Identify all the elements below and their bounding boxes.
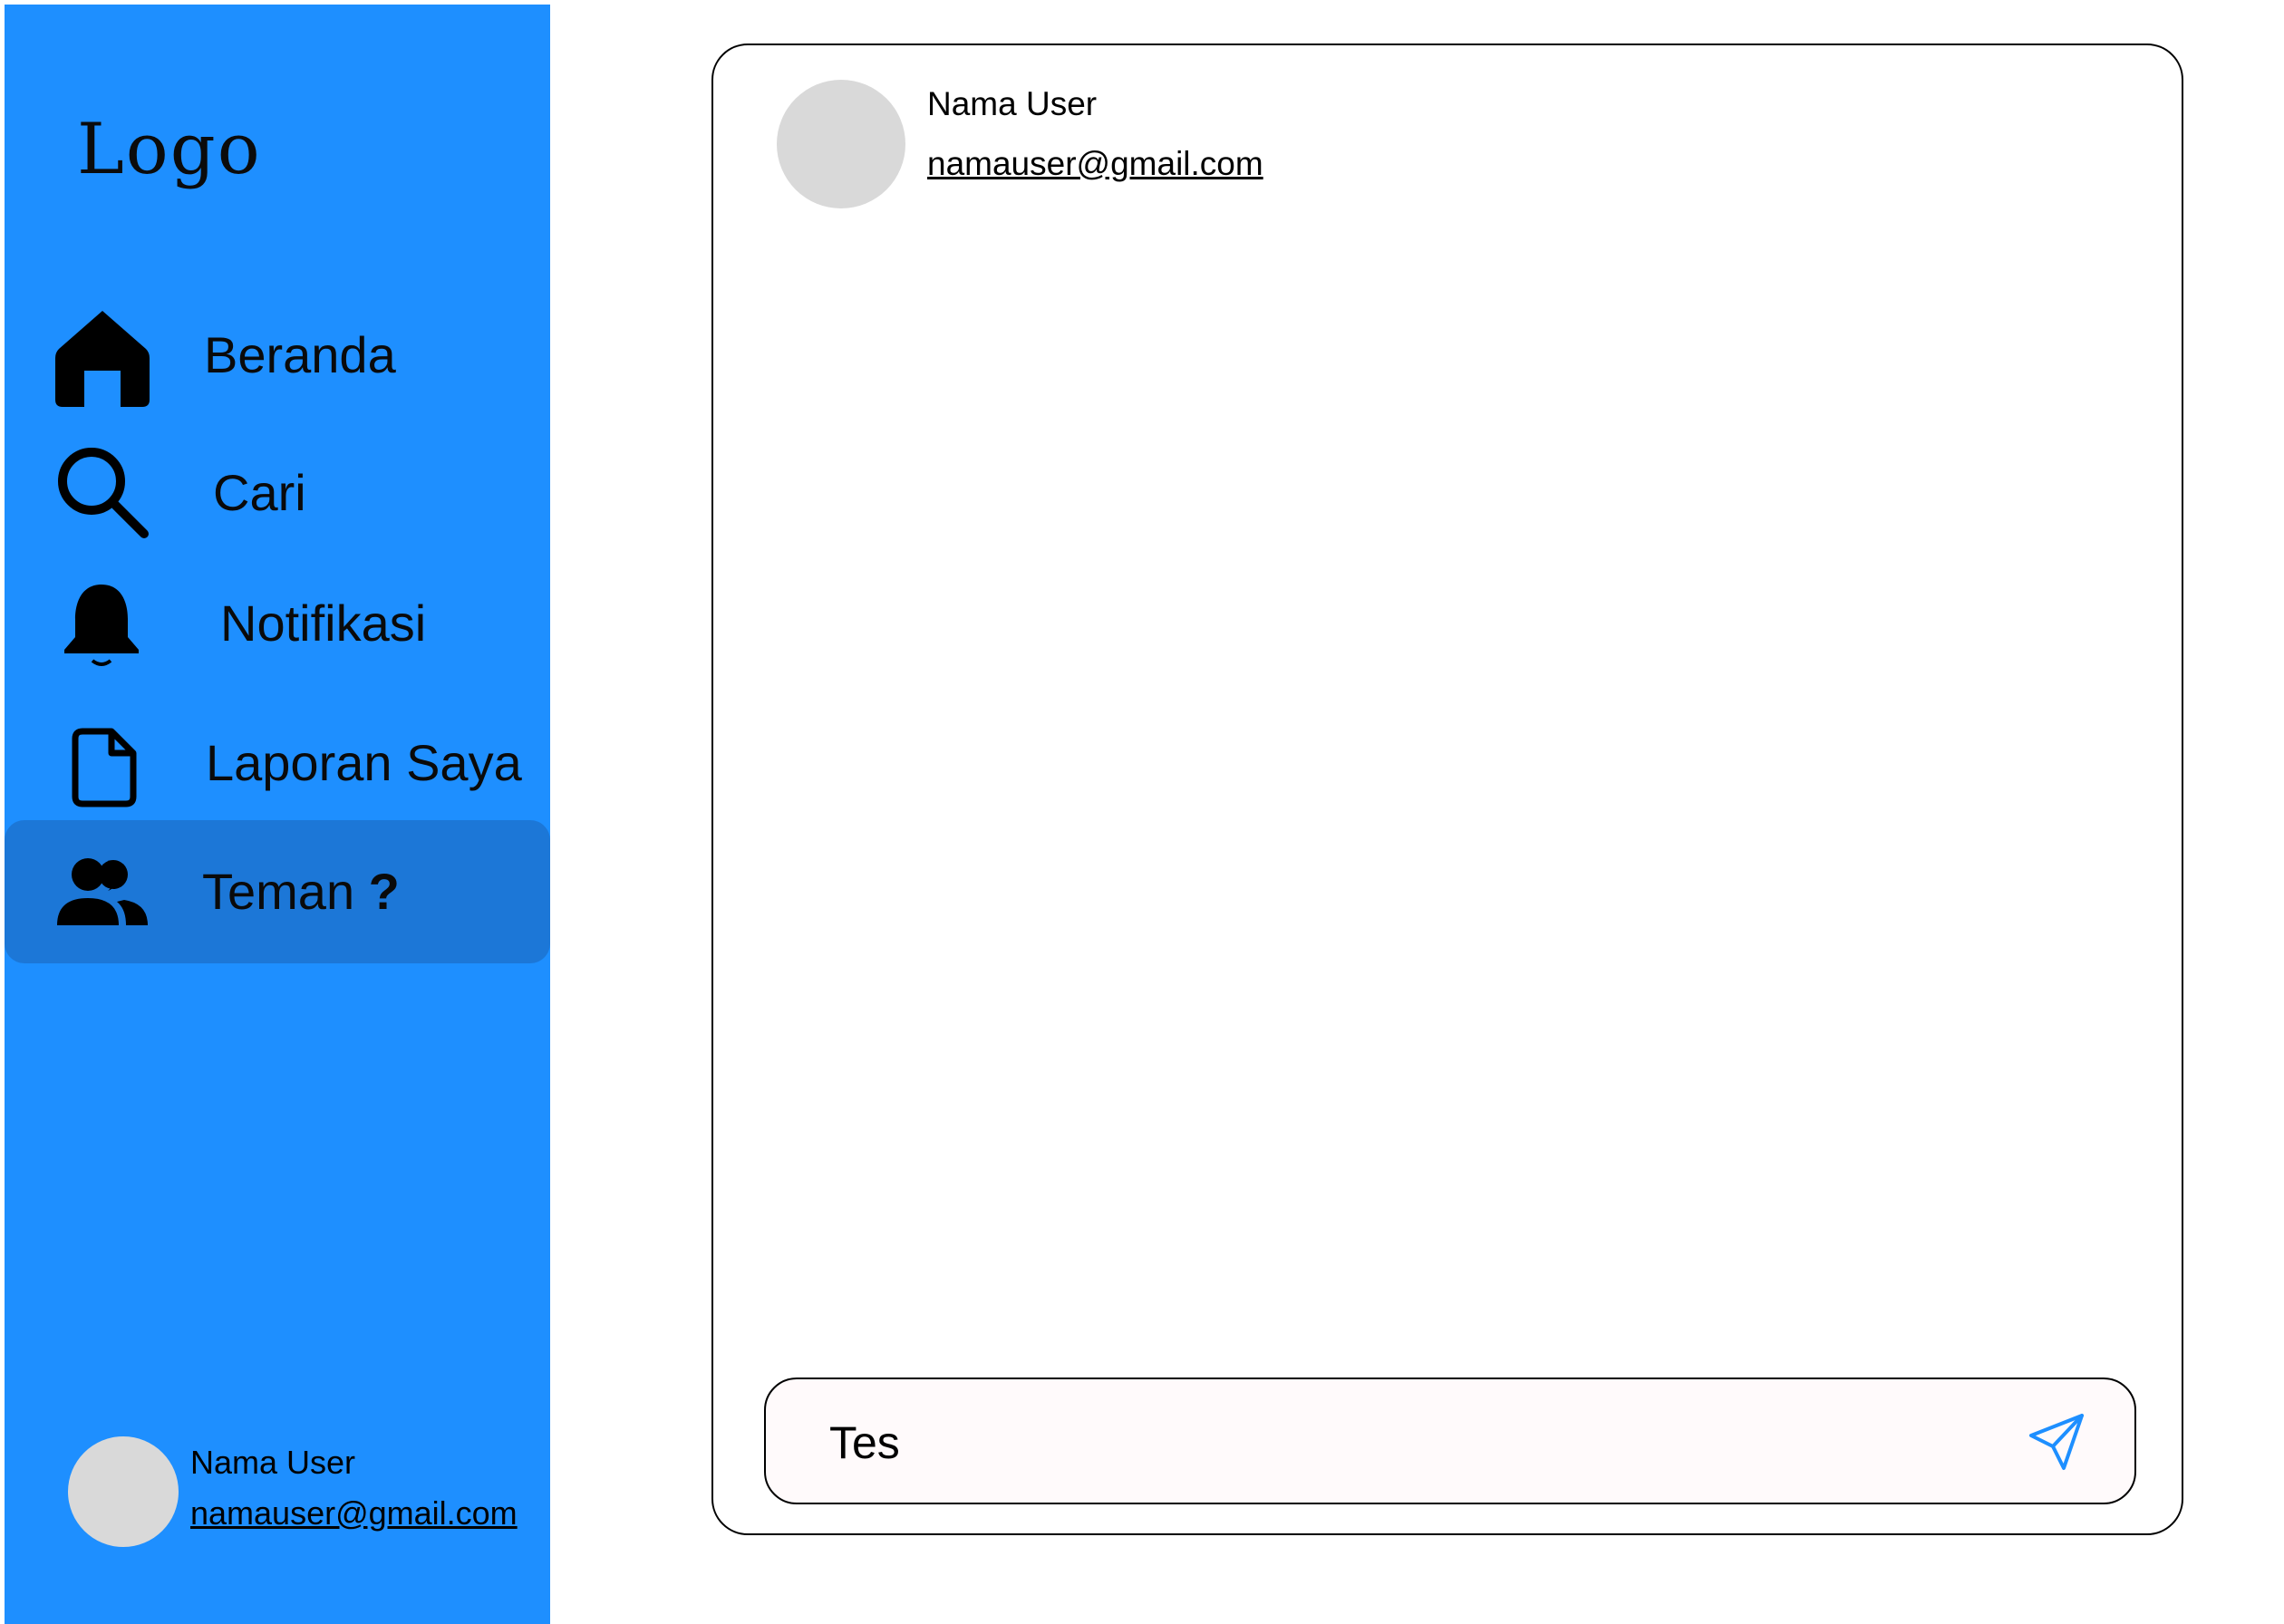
sidebar-item-label-text: Teman: [202, 863, 355, 920]
users-icon: [55, 856, 150, 929]
sidebar-item-label: Laporan Saya: [206, 734, 522, 791]
home-icon: [55, 309, 150, 409]
sidebar-item-notifikasi[interactable]: Notifikasi: [5, 548, 550, 691]
chat-user-email[interactable]: namauser@gmail.com: [927, 145, 1263, 183]
user-email[interactable]: namauser@gmail.com: [190, 1494, 518, 1532]
logo: Logo: [77, 109, 262, 190]
message-input[interactable]: [829, 1406, 2008, 1479]
bell-icon: [59, 581, 144, 668]
question-mark: ?: [368, 863, 400, 920]
sidebar-item-laporan-saya[interactable]: Laporan Saya: [5, 693, 550, 836]
chat-panel: Nama User namauser@gmail.com: [711, 44, 2183, 1535]
sidebar-item-label: Beranda: [204, 326, 396, 383]
sidebar-user-card[interactable]: Nama User namauser@gmail.com: [68, 1436, 539, 1554]
sidebar-item-label: Notifikasi: [220, 594, 427, 652]
user-name: Nama User: [190, 1444, 356, 1481]
message-composer: [764, 1378, 2136, 1504]
avatar: [68, 1436, 179, 1547]
chat-user-name: Nama User: [927, 85, 1098, 122]
sidebar-item-teman[interactable]: Teman ?: [5, 820, 550, 963]
search-icon: [55, 445, 150, 539]
chat-avatar[interactable]: [777, 80, 905, 208]
sidebar: Logo Beranda Cari Notifikasi Laporan Say…: [5, 5, 550, 1624]
app-root: Logo Beranda Cari Notifikasi Laporan Say…: [0, 0, 2284, 1624]
send-icon[interactable]: [2026, 1412, 2087, 1474]
document-icon: [72, 728, 137, 807]
sidebar-item-label: Cari: [213, 464, 306, 521]
sidebar-item-beranda[interactable]: Beranda: [5, 285, 550, 429]
sidebar-item-cari[interactable]: Cari: [5, 421, 550, 565]
sidebar-item-label: Teman ?: [202, 862, 400, 921]
